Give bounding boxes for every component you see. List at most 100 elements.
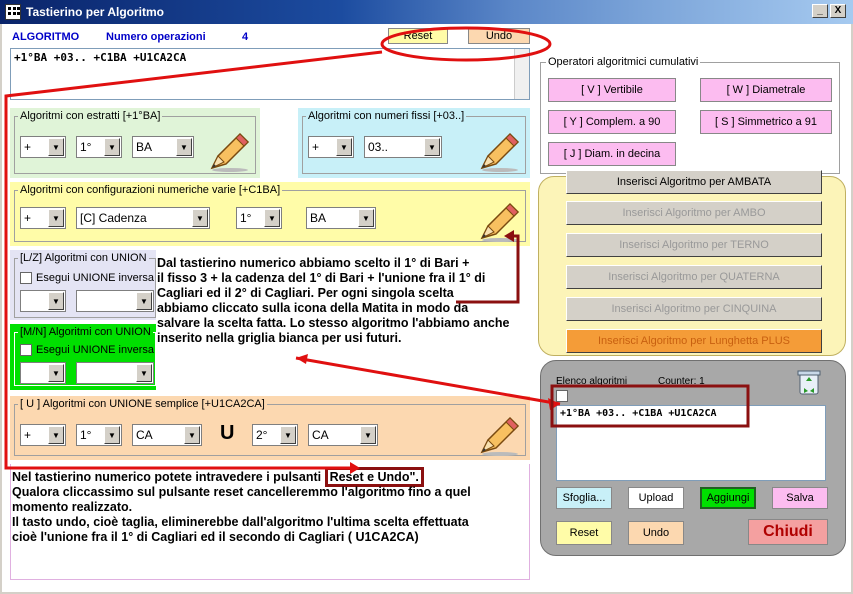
mn-value-select[interactable]: ▼ xyxy=(76,362,154,384)
config-type-value: [C] Cadenza xyxy=(80,211,147,225)
mn-sign-select[interactable]: ▼ xyxy=(20,362,66,384)
fissi-title: Algoritmi con numeri fissi [+03..] xyxy=(306,110,467,122)
title-bar: Tastierino per Algoritmo _ X xyxy=(0,0,853,24)
algorithm-text: +1°BA +03.. +C1BA +U1CA2CA xyxy=(14,51,187,64)
app-icon xyxy=(5,4,21,20)
chevron-down-icon: ▼ xyxy=(176,138,192,156)
chevron-down-icon: ▼ xyxy=(104,138,120,156)
bottom-undo-button[interactable]: Undo xyxy=(628,521,684,545)
note1-line: Dal tastierino numerico abbiamo scelto i… xyxy=(157,256,470,270)
chevron-down-icon: ▼ xyxy=(360,426,376,444)
operators-title: Operatori algoritmici cumulativi xyxy=(546,56,701,68)
insert-cinquina-button[interactable]: Inserisci Algoritmo per CINQUINA xyxy=(566,297,822,321)
list-label: Elenco algoritmi xyxy=(556,376,628,387)
annotation-note-1: Dal tastierino numerico abbiamo scelto i… xyxy=(157,256,509,346)
lz-checkbox[interactable]: Esegui UNIONE inversa xyxy=(20,272,154,285)
annotation-note-2: Nel tastierino numerico potete intravede… xyxy=(12,467,471,545)
config-sign-select[interactable]: + ▼ xyxy=(20,207,66,229)
chevron-down-icon: ▼ xyxy=(358,209,374,227)
unione-pos2-select[interactable]: 2° ▼ xyxy=(252,424,298,446)
estratti-sign-select[interactable]: + ▼ xyxy=(20,136,66,158)
algorithm-textarea[interactable]: +1°BA +03.. +C1BA +U1CA2CA xyxy=(10,48,530,100)
note2-line: Il tasto undo, cioè taglia, eliminerebbe… xyxy=(12,515,469,529)
checkbox-icon xyxy=(20,344,32,357)
ops-count-label: Numero operazioni xyxy=(106,31,206,43)
minimize-button[interactable]: _ xyxy=(812,4,828,18)
textarea-scrollbar[interactable] xyxy=(514,49,529,99)
mn-checkbox[interactable]: Esegui UNIONE inversa xyxy=(20,344,154,357)
window-title: Tastierino per Algoritmo xyxy=(26,5,165,19)
chevron-down-icon: ▼ xyxy=(184,426,200,444)
fissi-pencil-icon[interactable] xyxy=(474,126,522,174)
fissi-sign-select[interactable]: + ▼ xyxy=(308,136,354,158)
header-undo-button[interactable]: Undo xyxy=(468,28,530,44)
chevron-down-icon: ▼ xyxy=(48,426,64,444)
unione-pencil-icon[interactable] xyxy=(474,410,522,458)
config-pencil-icon[interactable] xyxy=(474,196,522,244)
insert-ambo-button[interactable]: Inserisci Algoritmo per AMBO xyxy=(566,201,822,225)
note1-line: salvare la scelta fatta. Lo stesso algor… xyxy=(157,316,510,330)
unione-pos1-select[interactable]: 1° ▼ xyxy=(76,424,122,446)
operator-diametrale-button[interactable]: [ W ] Diametrale xyxy=(700,78,832,102)
operator-diam-decina-button[interactable]: [ J ] Diam. in decina xyxy=(548,142,676,166)
unione-u-label: U xyxy=(220,422,235,444)
chevron-down-icon: ▼ xyxy=(192,209,208,227)
list-counter: Counter: 1 xyxy=(658,376,705,387)
list-select-checkbox[interactable] xyxy=(556,390,568,402)
operator-simmetrico-button[interactable]: [ S ] Simmetrico a 91 xyxy=(700,110,832,134)
estratti-pos-select[interactable]: 1° ▼ xyxy=(76,136,122,158)
operator-complem-button[interactable]: [ Y ] Complem. a 90 xyxy=(548,110,676,134)
lz-value-select[interactable]: ▼ xyxy=(76,290,154,312)
unione-pos2-value: 2° xyxy=(256,428,268,442)
list-item[interactable]: +1°BA +03.. +C1BA +U1CA2CA xyxy=(560,408,717,419)
config-pos-select[interactable]: 1° ▼ xyxy=(236,207,282,229)
bottom-reset-button[interactable]: Reset xyxy=(556,521,612,545)
insert-lunghetta-button[interactable]: Inserisci Algoritmo per Lunghetta PLUS xyxy=(566,329,822,353)
salva-button[interactable]: Salva xyxy=(772,487,828,509)
config-city-select[interactable]: BA ▼ xyxy=(306,207,376,229)
upload-button[interactable]: Upload xyxy=(628,487,684,509)
insert-quaterna-button[interactable]: Inserisci Algoritmo per QUATERNA xyxy=(566,265,822,289)
unione-title: [ U ] Algoritmi con UNIONE semplice [+U1… xyxy=(18,398,267,410)
chevron-down-icon: ▼ xyxy=(48,292,64,310)
note2-line: Qualora cliccassimo sul pulsante reset c… xyxy=(12,485,471,499)
config-sign-value: + xyxy=(24,211,32,225)
note2-line: cioè l'unione fra il 1° di Cagliari ed i… xyxy=(12,530,419,544)
unione-city2-value: CA xyxy=(312,428,329,442)
operator-vertibile-button[interactable]: [ V ] Vertibile xyxy=(548,78,676,102)
config-type-select[interactable]: [C] Cadenza ▼ xyxy=(76,207,210,229)
algorithm-list[interactable]: +1°BA +03.. +C1BA +U1CA2CA xyxy=(556,405,826,481)
note2-line: momento realizzato. xyxy=(12,500,133,514)
estratti-pencil-icon[interactable] xyxy=(204,126,252,174)
checkbox-icon xyxy=(20,272,32,285)
unione-city1-select[interactable]: CA ▼ xyxy=(132,424,202,446)
fissi-value-select[interactable]: 03.. ▼ xyxy=(364,136,442,158)
chiudi-button[interactable]: Chiudi xyxy=(748,519,828,545)
header-reset-button[interactable]: Reset xyxy=(388,28,448,44)
note1-line: abbiamo cliccato sulla icona della Matit… xyxy=(157,301,469,315)
algorithm-label: ALGORITMO xyxy=(12,31,80,43)
close-button[interactable]: X xyxy=(830,4,846,18)
mn-title: [M/N] Algoritmi con UNION xyxy=(18,326,153,338)
estratti-title: Algoritmi con estratti [+1°BA] xyxy=(18,110,163,122)
lz-sign-select[interactable]: ▼ xyxy=(20,290,66,312)
estratti-city-select[interactable]: BA ▼ xyxy=(132,136,194,158)
insert-terno-button[interactable]: Inserisci Algoritmo per TERNO xyxy=(566,233,822,257)
fissi-value: 03.. xyxy=(368,140,389,154)
unione-sign-select[interactable]: + ▼ xyxy=(20,424,66,446)
chevron-down-icon: ▼ xyxy=(48,138,64,156)
aggiungi-button[interactable]: Aggiungi xyxy=(700,487,756,509)
note2-line: Nel tastierino numerico potete intravede… xyxy=(12,470,325,484)
estratti-city-value: BA xyxy=(136,140,153,154)
config-pos-value: 1° xyxy=(240,211,252,225)
chevron-down-icon: ▼ xyxy=(424,138,440,156)
sfoglia-button[interactable]: Sfoglia... xyxy=(556,487,612,509)
chevron-down-icon: ▼ xyxy=(280,426,296,444)
unione-city2-select[interactable]: CA ▼ xyxy=(308,424,378,446)
chevron-down-icon: ▼ xyxy=(48,209,64,227)
chevron-down-icon: ▼ xyxy=(136,292,152,310)
recycle-bin-icon[interactable] xyxy=(794,366,824,396)
fissi-sign-value: + xyxy=(312,140,320,154)
unione-city1-value: CA xyxy=(136,428,153,442)
insert-ambata-button[interactable]: Inserisci Algoritmo per AMBATA xyxy=(566,170,822,194)
